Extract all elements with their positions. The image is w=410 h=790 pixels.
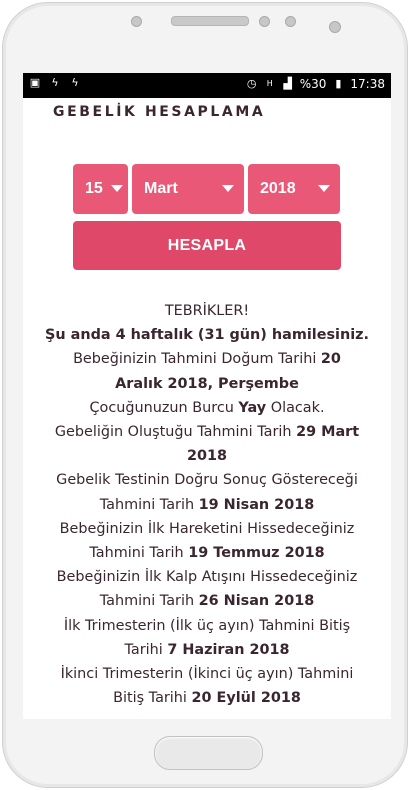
image-icon: ▣ (29, 76, 41, 89)
sensor-icon (285, 16, 296, 27)
year-select[interactable]: 2018 (248, 164, 340, 214)
chevron-down-icon (318, 185, 330, 192)
heartbeat-line: Bebeğinizin İlk Kalp Atışını Hissedeceği… (56, 569, 358, 610)
battery-percent: %30 (299, 77, 327, 91)
calculate-button[interactable]: HESAPLA (73, 221, 341, 270)
sensor-icon (259, 16, 270, 27)
result-text: TEBRİKLER! Şu anda 4 haftalık (31 gün) h… (23, 299, 391, 710)
test-line: Gebelik Testinin Doğru Sonuç Göstereceği… (56, 472, 358, 513)
month-select-value: Mart (144, 180, 178, 197)
signal-icon: ▟ (283, 77, 292, 90)
home-button[interactable] (154, 736, 263, 770)
clock: 17:38 (350, 77, 385, 91)
day-select[interactable]: 15 (73, 164, 128, 214)
day-select-value: 15 (85, 180, 103, 197)
congrats-line: TEBRİKLER! (164, 303, 250, 319)
screen: ▣ ϟ ϟ ◷ H ▟ %30 ▮ 17:38 GEBELİK HESAPLAM… (23, 73, 391, 719)
battery-icon: ▮ (335, 77, 342, 90)
status-bar: ▣ ϟ ϟ ◷ H ▟ %30 ▮ 17:38 (23, 73, 391, 98)
flash-icon: ϟ (51, 76, 59, 89)
chevron-down-icon (222, 185, 234, 192)
earpiece-speaker (171, 16, 249, 26)
sensor-icon (131, 16, 142, 27)
conception-line: Gebeliğin Oluştuğu Tahmini Tarih 29 Mart… (54, 424, 360, 465)
year-select-value: 2018 (260, 180, 296, 197)
due-date-line: Bebeğinizin Tahmini Doğum Tarihi 20 Aral… (73, 351, 341, 392)
movement-line: Bebeğinizin İlk Hareketini Hissedeceğini… (59, 520, 355, 562)
trimester2-line: İkinci Trimesterin (İkinci üç ayın) Tahm… (60, 666, 354, 707)
month-select[interactable]: Mart (132, 164, 244, 214)
zodiac-line: Çocuğunuzun Burcu Yay Olacak. (89, 399, 325, 416)
phone-frame: ▣ ϟ ϟ ◷ H ▟ %30 ▮ 17:38 GEBELİK HESAPLAM… (2, 2, 408, 788)
front-camera-icon (329, 21, 341, 33)
trimester1-line: İlk Trimesterin (İlk üç ayın) Tahmini Bi… (63, 617, 351, 658)
alarm-icon: ◷ (246, 77, 257, 90)
flash-icon: ϟ (71, 76, 79, 89)
chevron-down-icon (111, 185, 123, 192)
page-title: GEBELİK HESAPLAMA (53, 104, 266, 120)
network-icon: H (266, 79, 273, 88)
weeks-line: Şu anda 4 haftalık (31 gün) hamilesiniz. (45, 327, 369, 344)
